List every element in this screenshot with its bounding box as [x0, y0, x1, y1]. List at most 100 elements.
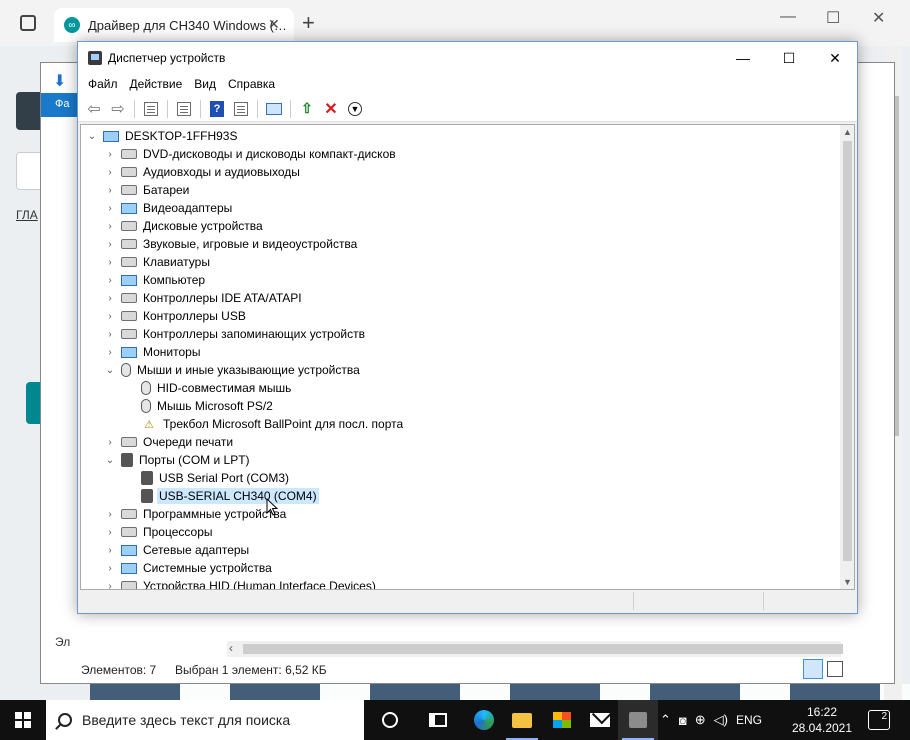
scroll-left-arrow-icon[interactable]: ‹ — [229, 641, 233, 655]
back-arrow-icon[interactable]: ⇦ — [84, 99, 104, 119]
tab-actions-icon[interactable] — [20, 15, 36, 31]
device-category[interactable]: › Контроллеры USB — [103, 307, 248, 325]
menu-view[interactable]: Вид — [194, 74, 223, 96]
device-item[interactable]: HID-совместимая мышь — [123, 379, 293, 397]
browser-minimize-button[interactable]: — — [780, 8, 796, 26]
collapse-chevron-icon[interactable]: ⌄ — [103, 455, 117, 466]
expand-chevron-icon[interactable]: › — [103, 329, 117, 340]
device-category[interactable]: › DVD-дисководы и дисководы компакт-диско… — [103, 145, 398, 163]
explorer-taskbar-button[interactable] — [502, 700, 542, 740]
explorer-scroll-thumb[interactable] — [243, 644, 843, 654]
minimize-button[interactable]: — — [720, 42, 766, 74]
device-category[interactable]: › Контроллеры IDE ATA/ATAPI — [103, 289, 304, 307]
cortana-button[interactable] — [370, 700, 410, 740]
device-category[interactable]: › Аудиовходы и аудиовыходы — [103, 163, 302, 181]
tree-scroll-thumb[interactable] — [843, 141, 852, 561]
expand-chevron-icon[interactable]: › — [103, 437, 117, 448]
device-category[interactable]: › Батареи — [103, 181, 191, 199]
device-category[interactable]: › Контроллеры запоминающих устройств — [103, 325, 367, 343]
scan-hardware-icon[interactable] — [264, 99, 284, 119]
maximize-button[interactable]: ☐ — [766, 42, 812, 74]
scroll-down-arrow-icon[interactable]: ▼ — [843, 577, 852, 587]
device-category[interactable]: › Системные устройства — [103, 559, 274, 577]
properties-icon[interactable] — [174, 99, 194, 119]
tree-root[interactable]: ⌄ DESKTOP-1FFH93S — [85, 127, 239, 145]
tiles-view-icon[interactable] — [827, 661, 843, 677]
expand-chevron-icon[interactable]: › — [103, 581, 117, 590]
expand-chevron-icon[interactable]: › — [103, 257, 117, 268]
start-button[interactable] — [0, 700, 46, 740]
show-hide-console-tree-icon[interactable] — [141, 99, 161, 119]
device-category[interactable]: › Устройства HID (Human Interface Devices… — [103, 577, 378, 590]
device-category[interactable]: ⌄ Мыши и иные указывающие устройства — [103, 361, 362, 379]
device-category[interactable]: › Видеоадаптеры — [103, 199, 234, 217]
collapse-chevron-icon[interactable]: ⌄ — [85, 131, 99, 142]
notification-center-button[interactable]: 2 — [868, 710, 890, 730]
expand-chevron-icon[interactable]: › — [103, 311, 117, 322]
clock[interactable]: 16:22 28.04.2021 — [790, 704, 854, 736]
expand-chevron-icon[interactable]: › — [103, 347, 117, 358]
expand-chevron-icon[interactable]: › — [103, 275, 117, 286]
show-hidden-icons-icon[interactable]: ⌃ — [660, 712, 671, 728]
scroll-up-arrow-icon[interactable]: ▲ — [843, 127, 852, 137]
details-view-icon[interactable] — [803, 659, 823, 679]
device-category[interactable]: › Сетевые адаптеры — [103, 541, 251, 559]
tab-close-icon[interactable]: ✕ — [268, 16, 280, 33]
browser-tab[interactable]: ∞ Драйвер для CH340 Windows (… — [54, 8, 294, 42]
expand-chevron-icon[interactable]: › — [103, 545, 117, 556]
browser-maximize-button[interactable]: ☐ — [826, 8, 840, 28]
expand-chevron-icon[interactable]: › — [103, 509, 117, 520]
device-item[interactable]: USB-SERIAL CH340 (COM4) — [123, 487, 319, 505]
expand-chevron-icon[interactable]: › — [103, 203, 117, 214]
device-category[interactable]: › Компьютер — [103, 271, 207, 289]
menu-action[interactable]: Действие — [130, 74, 190, 96]
network-globe-icon[interactable]: ⊕ — [695, 712, 706, 728]
collapse-chevron-icon[interactable]: ⌄ — [103, 365, 117, 376]
action-pane-icon[interactable] — [231, 99, 251, 119]
task-view-button[interactable] — [418, 700, 458, 740]
expand-chevron-icon[interactable]: › — [103, 221, 117, 232]
tree-vertical-scrollbar[interactable]: ▲ ▼ — [840, 125, 854, 589]
taskbar-search-box[interactable]: Введите здесь текст для поиска — [46, 700, 364, 740]
browser-close-button[interactable]: ✕ — [872, 8, 885, 28]
store-taskbar-button[interactable] — [542, 700, 582, 740]
new-tab-button[interactable]: + — [302, 10, 315, 36]
device-category[interactable]: › Очереди печати — [103, 433, 235, 451]
device-item[interactable]: USB Serial Port (COM3) — [123, 469, 291, 487]
expand-chevron-icon[interactable]: › — [103, 563, 117, 574]
expand-chevron-icon[interactable]: › — [103, 185, 117, 196]
language-indicator[interactable]: ENG — [736, 713, 762, 727]
device-category[interactable]: › Процессоры — [103, 523, 215, 541]
device-category[interactable]: › Дисковые устройства — [103, 217, 265, 235]
device-manager-titlebar[interactable]: Диспетчер устройств — ☐ ✕ — [78, 42, 857, 74]
disable-device-icon[interactable]: ▼ — [345, 99, 365, 119]
device-category[interactable]: ⌄ Порты (COM и LPT) — [103, 451, 252, 469]
device-item[interactable]: ⚠ Трекбол Microsoft BallPoint для посл. п… — [123, 415, 405, 433]
device-tree[interactable]: ⌄ DESKTOP-1FFH93S › DVD-дисководы и диско… — [80, 124, 855, 590]
expand-chevron-icon[interactable]: › — [103, 239, 117, 250]
page-breadcrumb[interactable]: ГЛА — [16, 208, 38, 222]
mail-taskbar-button[interactable] — [580, 700, 620, 740]
explorer-file-tab[interactable]: Фа — [41, 93, 79, 117]
help-icon[interactable]: ? — [207, 99, 227, 119]
menu-file[interactable]: Файл — [88, 74, 125, 96]
menu-help[interactable]: Справка — [228, 74, 282, 96]
expand-chevron-icon[interactable]: › — [103, 149, 117, 160]
device-category[interactable]: › Клавиатуры — [103, 253, 212, 271]
forward-arrow-icon[interactable]: ⇨ — [108, 99, 128, 119]
expand-chevron-icon[interactable]: › — [103, 293, 117, 304]
close-button[interactable]: ✕ — [812, 42, 858, 74]
device-manager-taskbar-button[interactable] — [618, 700, 658, 740]
edge-taskbar-button[interactable] — [464, 700, 504, 740]
explorer-horizontal-scrollbar[interactable]: ‹ — [227, 641, 843, 657]
uninstall-device-icon[interactable]: ✕ — [321, 99, 341, 119]
update-driver-icon[interactable]: ⇧ — [297, 99, 317, 119]
volume-icon[interactable]: ◁) — [714, 712, 728, 728]
meet-now-icon[interactable]: ◙ — [679, 713, 687, 728]
device-category[interactable]: › Программные устройства — [103, 505, 288, 523]
device-item[interactable]: Мышь Microsoft PS/2 — [123, 397, 275, 415]
expand-chevron-icon[interactable]: › — [103, 167, 117, 178]
device-category[interactable]: › Звуковые, игровые и видеоустройства — [103, 235, 359, 253]
device-category[interactable]: › Мониторы — [103, 343, 202, 361]
expand-chevron-icon[interactable]: › — [103, 527, 117, 538]
